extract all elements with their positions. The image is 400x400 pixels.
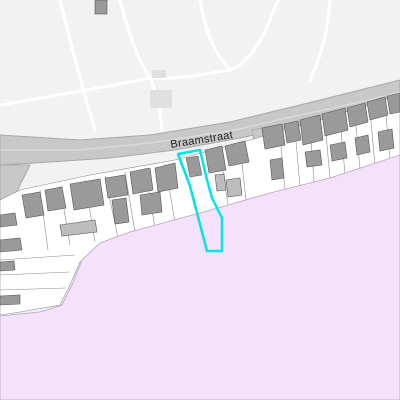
map-svg[interactable]: Braamstraat	[0, 0, 400, 400]
map-canvas[interactable]: Braamstraat	[0, 0, 400, 400]
